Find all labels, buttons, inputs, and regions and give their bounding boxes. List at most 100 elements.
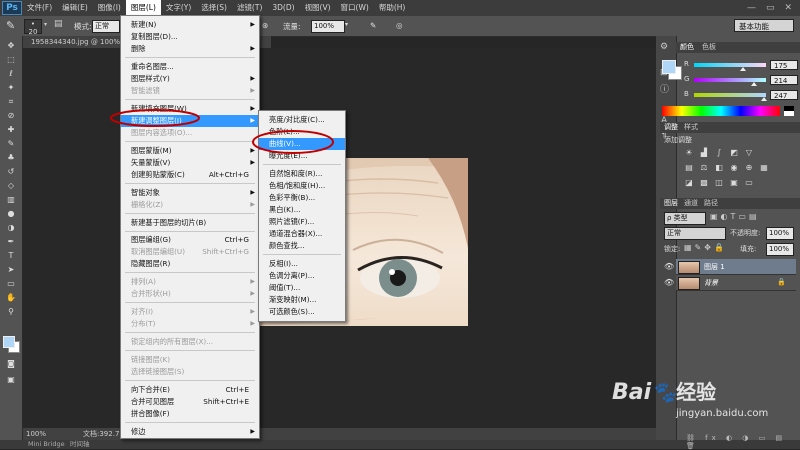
brush-preset-picker[interactable]: • 20 <box>24 19 42 36</box>
tab-adjustments[interactable]: 调整 <box>664 122 678 132</box>
quick-mask-icon[interactable]: ◙ <box>4 358 18 369</box>
tab-swatches[interactable]: 色板 <box>702 42 716 52</box>
color-spectrum-bar[interactable] <box>662 106 780 116</box>
vibrance-icon[interactable]: ▽ <box>744 148 754 157</box>
eraser-tool-icon[interactable]: ◇ <box>4 180 18 191</box>
workspace-select[interactable]: 基本功能 <box>734 19 794 32</box>
channel-slider[interactable] <box>694 63 766 67</box>
airbrush-mode-icon[interactable]: ✎ <box>370 21 376 30</box>
channel-value-field[interactable]: 214 <box>770 75 798 85</box>
layer_menu-item-14[interactable]: 创建剪贴蒙版(C) Alt+Ctrl+G <box>121 169 259 181</box>
blur-tool-icon[interactable]: ● <box>4 208 18 219</box>
layer-filter-icons[interactable]: ▣◐T▭▤ <box>710 212 760 221</box>
adjust_submenu-item-1[interactable]: 色阶(L)... <box>259 126 345 138</box>
layer_menu-item-5[interactable]: 图层样式(Y) ▶ <box>121 73 259 85</box>
opacity-field[interactable]: 100% <box>766 227 794 240</box>
adjust_submenu-item-14[interactable]: 色调分离(P)... <box>259 270 345 282</box>
dodge-tool-icon[interactable]: ◑ <box>4 222 18 233</box>
menu-10[interactable]: 帮助(H) <box>374 0 411 16</box>
layer_menu-item-16[interactable]: 智能对象 ▶ <box>121 187 259 199</box>
menu-6[interactable]: 滤镜(T) <box>232 0 267 16</box>
pressure-size-icon[interactable]: ◎ <box>396 21 403 30</box>
close-button[interactable]: ✕ <box>784 3 792 13</box>
history-brush-tool-icon[interactable]: ↺ <box>4 166 18 177</box>
layer_menu-item-17[interactable]: 栅格化(Z) ▶ <box>121 199 259 211</box>
menu-2[interactable]: 图像(I) <box>93 0 126 16</box>
flow-dropdown-icon[interactable]: ▾ <box>345 21 348 28</box>
threshold-icon[interactable]: ◫ <box>714 178 724 187</box>
layer_menu-item-28[interactable]: 对齐(I) ▶ <box>121 306 259 318</box>
path-select-tool-icon[interactable]: ➤ <box>4 264 18 275</box>
tab-layers[interactable]: 图层 <box>664 198 678 208</box>
channel-value-field[interactable]: 175 <box>770 60 798 70</box>
exposure-icon[interactable]: ◩ <box>729 148 739 157</box>
screen-mode-icon[interactable]: ▣ <box>4 374 18 385</box>
adjust_submenu-item-9[interactable]: 照片滤镜(F)... <box>259 216 345 228</box>
adjust_submenu-item-2[interactable]: 曲线(V)... <box>259 138 345 150</box>
mini-bridge-tab[interactable]: Mini Bridge <box>28 440 65 449</box>
tab-channels[interactable]: 通道 <box>684 198 698 208</box>
channel-slider-thumb[interactable] <box>751 82 757 86</box>
channel-slider-thumb[interactable] <box>740 67 746 71</box>
brightness-contrast-icon[interactable]: ☀ <box>684 148 694 157</box>
layer-row[interactable]: 👁 背景 🔒 <box>664 275 796 291</box>
gradient-map-icon[interactable]: ▭ <box>744 178 754 187</box>
gradient-tool-icon[interactable]: ▥ <box>4 194 18 205</box>
zoom-tool-icon[interactable]: ⚲ <box>4 306 18 317</box>
layer_menu-item-26[interactable]: 合并形状(H) ▶ <box>121 288 259 300</box>
hue-saturation-icon[interactable]: ▤ <box>684 163 694 172</box>
tab-color[interactable]: 颜色 <box>680 42 694 52</box>
selective-color-icon[interactable]: ▣ <box>729 178 739 187</box>
adjust_submenu-item-15[interactable]: 阈值(T)... <box>259 282 345 294</box>
adjust_submenu-item-13[interactable]: 反相(I)... <box>259 258 345 270</box>
mode-select[interactable]: 正常 <box>92 20 120 33</box>
visibility-eye-icon[interactable]: 👁 <box>664 278 674 287</box>
adjust_submenu-item-6[interactable]: 色相/饱和度(H)... <box>259 180 345 192</box>
adjust_submenu-item-7[interactable]: 色彩平衡(B)... <box>259 192 345 204</box>
photo-filter-icon[interactable]: ◉ <box>729 163 739 172</box>
airbrush-icon[interactable]: ⊛ <box>262 21 268 30</box>
layer_menu-item-37[interactable]: 合并可见图层 Shift+Ctrl+E <box>121 396 259 408</box>
marquee-tool-icon[interactable]: ⬚ <box>4 54 18 65</box>
levels-icon[interactable]: ▟ <box>699 148 709 157</box>
pen-tool-icon[interactable]: ✒ <box>4 236 18 247</box>
move-tool-icon[interactable]: ✥ <box>4 40 18 51</box>
layer-panel-footer-icons[interactable]: ⛓ fx ◐ ◑ ▭ ▤ 🗑 <box>686 434 800 450</box>
hand-tool-icon[interactable]: ✋ <box>4 292 18 303</box>
zoom-level[interactable]: 100% <box>23 430 46 438</box>
channel-slider[interactable] <box>694 93 766 97</box>
layer-row[interactable]: 👁 图层 1 <box>664 259 796 275</box>
menu-1[interactable]: 编辑(E) <box>57 0 93 16</box>
history-icon[interactable]: ⚙ <box>660 42 668 52</box>
info-icon[interactable]: ⓘ <box>660 82 669 95</box>
layer_menu-item-40[interactable]: 修边 ▶ <box>121 426 259 438</box>
layer_menu-item-0[interactable]: 新建(N) ▶ <box>121 19 259 31</box>
layer-name[interactable]: 背景 <box>704 278 718 288</box>
maximize-button[interactable]: ▭ <box>766 3 775 13</box>
chevron-down-icon[interactable]: ▾ <box>44 21 47 28</box>
color-panel-fg-swatch[interactable] <box>662 60 676 74</box>
adjust_submenu-item-3[interactable]: 曝光度(E)... <box>259 150 345 162</box>
channel-slider-thumb[interactable] <box>761 97 767 101</box>
type-tool-icon[interactable]: T <box>4 250 18 261</box>
adjust_submenu-item-11[interactable]: 颜色查找... <box>259 240 345 252</box>
curves-icon[interactable]: ∫ <box>714 148 724 157</box>
channel-value-field[interactable]: 247 <box>770 90 798 100</box>
menu-5[interactable]: 选择(S) <box>196 0 232 16</box>
layer_menu-item-23[interactable]: 隐藏图层(R) <box>121 258 259 270</box>
lasso-tool-icon[interactable]: ℓ <box>4 68 18 79</box>
clone-stamp-tool-icon[interactable]: ♣ <box>4 152 18 163</box>
layer_menu-item-4[interactable]: 重命名图层... <box>121 61 259 73</box>
layer_menu-item-29[interactable]: 分布(T) ▶ <box>121 318 259 330</box>
eyedropper-tool-icon[interactable]: ⊘ <box>4 110 18 121</box>
menu-3[interactable]: 图层(L) <box>125 0 161 16</box>
adjust_submenu-item-8[interactable]: 黑白(K)... <box>259 204 345 216</box>
tab-paths[interactable]: 路径 <box>704 198 718 208</box>
layer_menu-item-12[interactable]: 图层蒙版(M) ▶ <box>121 145 259 157</box>
foreground-color-swatch[interactable] <box>3 336 15 348</box>
layer_menu-item-19[interactable]: 新建基于图层的切片(B) <box>121 217 259 229</box>
adjust_submenu-item-17[interactable]: 可选颜色(S)... <box>259 306 345 318</box>
layer_menu-item-22[interactable]: 取消图层编组(U) Shift+Ctrl+G <box>121 246 259 258</box>
crop-tool-icon[interactable]: ⌗ <box>4 96 18 107</box>
layer_menu-item-33[interactable]: 链接图层(K) <box>121 354 259 366</box>
